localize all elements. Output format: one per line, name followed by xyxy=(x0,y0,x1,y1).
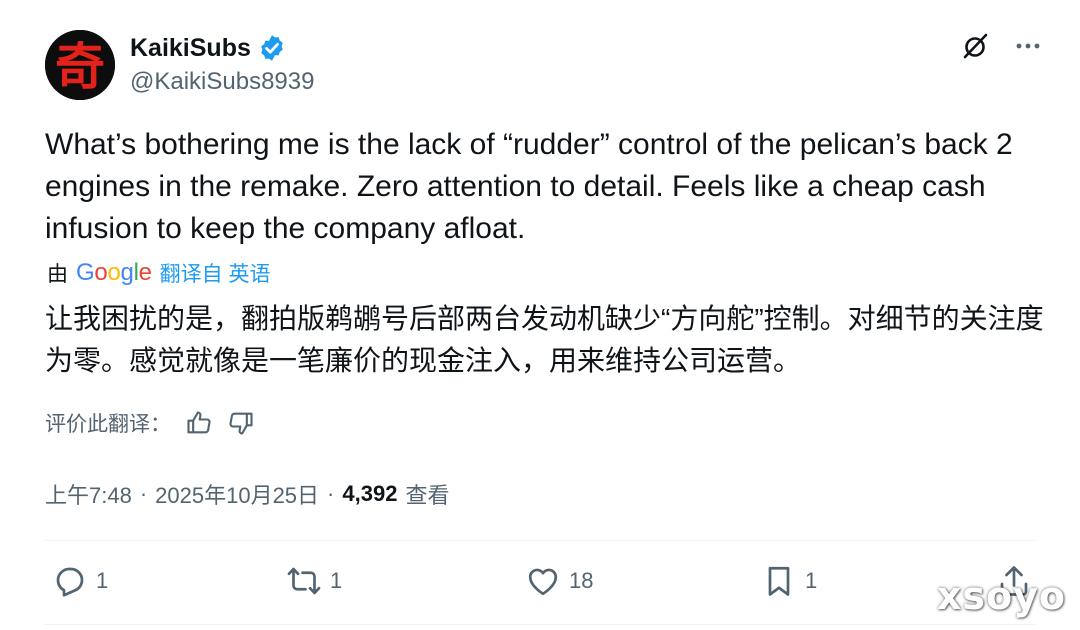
tweet-meta: 上午7:48 · 2025年10月25日 · 4,392 查看 xyxy=(45,478,449,510)
bookmark-button[interactable]: 1 xyxy=(761,563,817,599)
tweet-time[interactable]: 上午7:48 xyxy=(45,478,132,510)
author-handle[interactable]: @KaikiSubs8939 xyxy=(130,68,314,96)
divider xyxy=(45,624,1035,625)
verified-badge-icon[interactable] xyxy=(257,33,287,63)
like-icon xyxy=(528,568,558,596)
divider xyxy=(45,540,1035,541)
author-name-row: KaikiSubs xyxy=(130,33,287,63)
google-logo: Google xyxy=(76,259,152,286)
grok-icon[interactable] xyxy=(960,30,992,62)
like-button[interactable]: 18 xyxy=(525,563,593,599)
translated-text: 让我困扰的是，翻拍版鹈鹕号后部两台发动机缺少“方向舵”控制。对细节的关注度为零。… xyxy=(45,303,1044,376)
translate-source-link[interactable]: 翻译自 英语 xyxy=(160,258,271,288)
repost-count: 1 xyxy=(330,568,343,593)
thumbs-up-icon[interactable] xyxy=(185,409,213,437)
tweet-card: 奇 KaikiSubs @KaikiSubs8939 What’s bother… xyxy=(0,0,1080,630)
translated-by-prefix: 由 xyxy=(47,263,68,286)
bookmark-icon xyxy=(768,566,790,596)
views-label: 查看 xyxy=(405,483,450,508)
avatar-glyph: 奇 xyxy=(55,37,105,96)
author-display-name[interactable]: KaikiSubs xyxy=(130,34,251,63)
reply-button[interactable]: 1 xyxy=(52,563,108,599)
like-count: 18 xyxy=(569,568,594,593)
reply-count: 1 xyxy=(96,568,109,593)
repost-icon xyxy=(287,567,321,595)
avatar-image: 奇 xyxy=(45,30,115,100)
meta-separator: · xyxy=(327,481,335,506)
tweet-date[interactable]: 2025年10月25日 xyxy=(155,478,319,510)
bookmark-count: 1 xyxy=(805,568,818,593)
avatar[interactable]: 奇 xyxy=(45,30,115,100)
translated-by-row: 由 Google 翻译自 英语 xyxy=(47,258,271,288)
watermark: xsoyo xyxy=(936,574,1066,618)
thumbs-down-icon[interactable] xyxy=(227,409,255,437)
meta-separator: · xyxy=(139,481,148,506)
rate-translation-label: 评价此翻译： xyxy=(45,413,171,436)
more-icon[interactable] xyxy=(1012,30,1044,62)
views-count: 4,392 xyxy=(342,481,398,506)
repost-button[interactable]: 1 xyxy=(286,563,342,599)
top-actions xyxy=(960,30,1044,62)
rate-translation-row: 评价此翻译： xyxy=(45,408,255,438)
tweet-text: What’s bothering me is the lack of “rudd… xyxy=(45,128,1013,245)
reply-icon xyxy=(56,567,84,597)
